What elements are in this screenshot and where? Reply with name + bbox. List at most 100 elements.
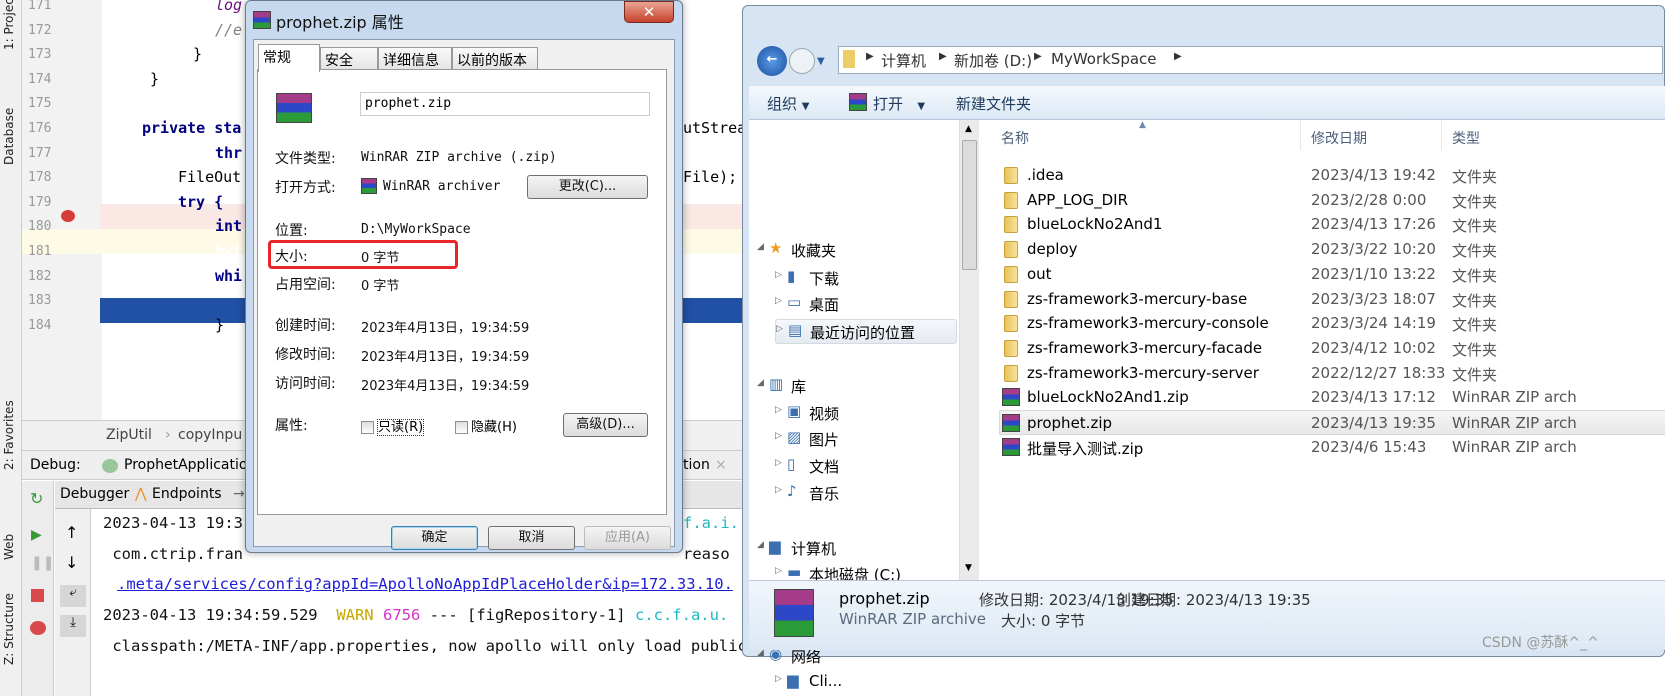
nav-label: 计算机 xyxy=(791,540,837,558)
expand-arrow-icon[interactable]: ▷ xyxy=(775,431,782,441)
tab-previous-versions[interactable]: 以前的版本 xyxy=(452,47,538,71)
nav-item[interactable]: ▷ ▤ 最近访问的位置 xyxy=(775,319,957,344)
nav-item[interactable]: ▷ ▣ 视频 xyxy=(749,401,959,426)
scroll-down-icon[interactable]: ▼ xyxy=(965,563,972,573)
expand-arrow-icon[interactable]: ▷ xyxy=(776,324,783,334)
debug-session-tab-2[interactable]: tion xyxy=(683,457,710,473)
nav-item[interactable]: ◢ ▥ 库 xyxy=(749,374,959,399)
close-icon[interactable]: × xyxy=(715,457,727,473)
advanced-button[interactable]: 高级(D)... xyxy=(563,413,648,437)
new-folder-button[interactable]: 新建文件夹 xyxy=(956,93,1031,114)
scroll-to-end-icon[interactable]: ⤓ xyxy=(60,615,86,637)
crumb-computer[interactable]: 计算机 xyxy=(881,50,926,71)
expand-arrow-icon[interactable]: ▷ xyxy=(775,566,782,576)
nav-item[interactable]: ▷ ▨ 图片 xyxy=(749,427,959,452)
tab-endpoints[interactable]: Endpoints xyxy=(152,486,222,502)
checkbox-icon xyxy=(361,421,374,434)
command-bar: 组织 ▼ 打开 ▼ 新建文件夹 xyxy=(749,86,1665,120)
file-row[interactable]: 批量导入测试.zip 2023/4/6 15:43 WinRAR ZIP arch xyxy=(979,435,1665,460)
column-date[interactable]: 修改日期 xyxy=(1311,128,1367,148)
file-row[interactable]: zs-framework3-mercury-server 2022/12/27 1… xyxy=(979,361,1665,386)
console-logger: f.a.i. xyxy=(683,514,739,532)
close-button[interactable]: ✕ xyxy=(624,1,674,23)
expand-arrow-icon[interactable]: ◢ xyxy=(757,378,764,388)
cancel-button[interactable]: 取消 xyxy=(488,526,575,550)
tool-favorites[interactable]: 2: Favorites xyxy=(2,400,16,470)
tool-project[interactable]: 1: Project xyxy=(2,0,16,50)
tab-security[interactable]: 安全 xyxy=(320,47,378,71)
tab-debugger[interactable]: Debugger xyxy=(60,486,129,502)
file-row[interactable]: zs-framework3-mercury-base 2023/3/23 18:0… xyxy=(979,287,1665,312)
nav-item[interactable]: ▷ ▮ 下载 xyxy=(749,266,959,291)
filename-input[interactable]: prophet.zip xyxy=(360,92,650,116)
tool-structure[interactable]: Z: Structure xyxy=(2,593,16,665)
crumb-method[interactable]: copyInpu xyxy=(178,427,242,443)
line-number: 179 xyxy=(28,194,52,210)
file-row[interactable]: zs-framework3-mercury-console 2023/3/24 1… xyxy=(979,311,1665,336)
hidden-checkbox[interactable]: 隐藏(H) xyxy=(455,416,517,435)
console-link[interactable]: .meta/services/config?appId=ApolloNoAppI… xyxy=(117,575,733,593)
stop-icon[interactable] xyxy=(31,589,44,602)
up-arrow-icon[interactable]: ↑ xyxy=(65,523,78,542)
nav-item[interactable]: ▷ ▆ Cli... xyxy=(749,670,959,695)
back-button[interactable]: ← xyxy=(757,46,787,76)
file-row[interactable]: out 2023/1/10 13:22 文件夹 xyxy=(979,262,1665,287)
nav-scrollbar[interactable]: ▲ ▼ xyxy=(959,120,979,580)
column-type[interactable]: 类型 xyxy=(1452,128,1480,148)
expand-arrow-icon[interactable]: ◢ xyxy=(757,242,764,252)
history-dropdown-icon[interactable]: ▼ xyxy=(817,56,825,67)
file-row[interactable]: blueLockNo2And1.zip 2023/4/13 17:12 WinRAR… xyxy=(979,385,1665,410)
address-bar[interactable]: ▶ 计算机 ▶ 新加卷 (D:) ▶ MyWorkSpace ▶ xyxy=(838,46,1663,74)
organize-button[interactable]: 组织 ▼ xyxy=(767,93,810,114)
file-type: WinRAR ZIP arch xyxy=(1452,437,1577,456)
scroll-up-icon[interactable]: ▲ xyxy=(965,124,972,134)
code-line-right: utStrea xyxy=(683,119,747,137)
readonly-checkbox[interactable]: 只读(R) xyxy=(361,416,425,436)
expand-arrow-icon[interactable]: ▷ xyxy=(775,270,782,280)
expand-arrow-icon[interactable]: ▷ xyxy=(775,485,782,495)
resume-icon[interactable]: ▶ xyxy=(31,527,42,543)
ok-button[interactable]: 确定 xyxy=(391,526,478,550)
view-breakpoints-icon[interactable] xyxy=(30,621,46,635)
rerun-icon[interactable]: ↻ xyxy=(30,489,43,508)
nav-label: 库 xyxy=(791,378,807,396)
type-value: WinRAR ZIP archive (.zip) xyxy=(361,150,557,165)
nav-label: 收藏夹 xyxy=(791,242,837,260)
breakpoint-icon[interactable] xyxy=(61,210,75,222)
expand-arrow-icon[interactable]: ▷ xyxy=(775,296,782,306)
expand-arrow-icon[interactable]: ▷ xyxy=(775,458,782,468)
open-button[interactable]: 打开 ▼ xyxy=(873,93,925,114)
crumb-drive[interactable]: 新加卷 (D:) xyxy=(954,50,1032,71)
nav-item[interactable]: ▷ ♪ 音乐 xyxy=(749,481,959,506)
expand-arrow-icon[interactable]: ▷ xyxy=(775,674,782,684)
tool-database[interactable]: Database xyxy=(2,108,16,165)
file-row[interactable]: blueLockNo2And1 2023/4/13 17:26 文件夹 xyxy=(979,212,1665,237)
scroll-thumb[interactable] xyxy=(962,140,977,270)
forward-button[interactable] xyxy=(789,48,815,74)
change-button[interactable]: 更改(C)... xyxy=(527,175,648,199)
nav-item[interactable]: ◢ ★ 收藏夹 xyxy=(749,238,959,263)
expand-arrow-icon[interactable]: ◢ xyxy=(757,540,764,550)
nav-item[interactable]: ◢ ▆ 计算机 xyxy=(749,536,959,561)
file-row[interactable]: deploy 2023/3/22 10:20 文件夹 xyxy=(979,237,1665,262)
nav-item[interactable]: ▷ ▭ 桌面 xyxy=(749,292,959,317)
file-row[interactable]: prophet.zip 2023/4/13 19:35 WinRAR ZIP arc… xyxy=(999,410,1665,435)
tab-general[interactable]: 常规 xyxy=(258,44,320,72)
soft-wrap-icon[interactable]: ⤶ xyxy=(60,585,86,607)
down-arrow-icon[interactable]: ↓ xyxy=(65,553,78,572)
crumb-class[interactable]: ZipUtil xyxy=(106,427,152,443)
expand-arrow-icon[interactable]: ▷ xyxy=(775,405,782,415)
file-row[interactable]: APP_LOG_DIR 2023/2/28 0:00 文件夹 xyxy=(979,188,1665,213)
debug-session-tab[interactable]: ProphetApplicatio xyxy=(124,457,247,473)
crumb-folder[interactable]: MyWorkSpace xyxy=(1051,50,1157,68)
apply-button[interactable]: 应用(A) xyxy=(584,526,671,550)
tab-details[interactable]: 详细信息 xyxy=(378,47,452,71)
file-row[interactable]: zs-framework3-mercury-facade 2023/4/12 10… xyxy=(979,336,1665,361)
pause-icon[interactable]: ❚❚ xyxy=(31,555,54,571)
tool-web[interactable]: Web xyxy=(2,534,16,560)
disk-size-value: 0 字节 xyxy=(361,279,400,294)
column-name[interactable]: 名称 xyxy=(1001,128,1029,148)
nav-item[interactable]: ▷ ▯ 文档 xyxy=(749,454,959,479)
file-row[interactable]: .idea 2023/4/13 19:42 文件夹 xyxy=(979,163,1665,188)
file-date: 2023/4/12 10:02 xyxy=(1311,338,1436,357)
